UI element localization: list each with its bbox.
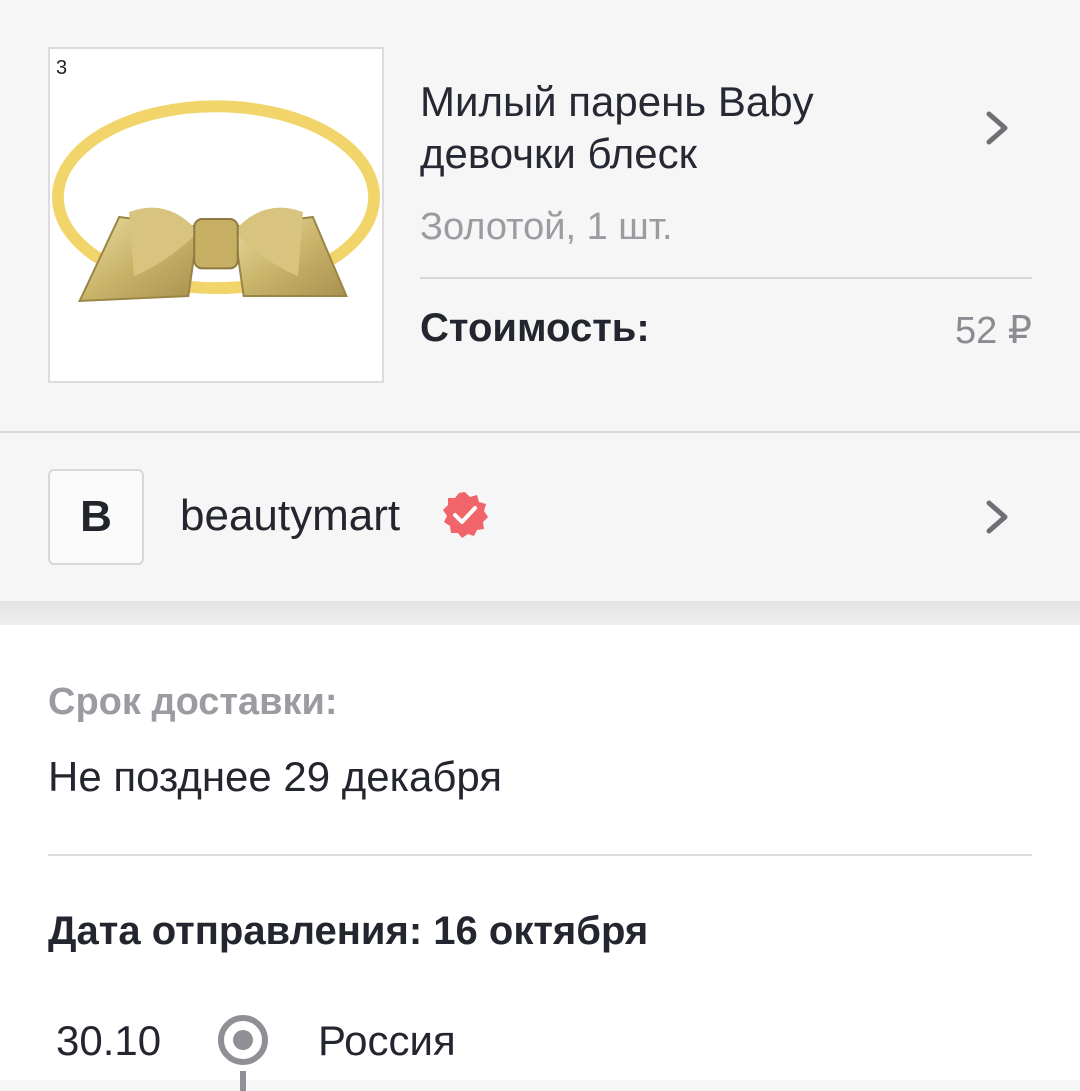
cost-label: Стоимость: [420, 306, 650, 350]
product-variant: Золотой, 1 шт. [420, 206, 673, 248]
cost-value: 52 ₽ [954, 310, 1032, 352]
seller-name: beautymart [180, 491, 401, 540]
product-image[interactable]: 3 [48, 47, 384, 383]
delivery-label: Срок доставки: [48, 681, 338, 723]
image-count: 3 [56, 57, 68, 79]
tracking-place: Россия [318, 1017, 456, 1064]
delivery-card: Срок доставки: Не позднее 29 декабря Дат… [0, 625, 1080, 1091]
verified-badge-icon [443, 492, 488, 538]
ship-date: Дата отправления: 16 октября [48, 909, 649, 953]
divider [420, 277, 1032, 279]
seller-avatar: B [48, 469, 144, 565]
product-title-line-1: Милый парень Baby [420, 78, 814, 125]
tracking-line [240, 1071, 246, 1091]
divider [48, 854, 1032, 856]
product-title[interactable]: Милый парень Baby девочки блеск [420, 76, 940, 180]
delivery-value: Не позднее 29 декабря [48, 753, 503, 800]
order-item-section: 3 Милый парень Baby девочки блеск Золото… [0, 0, 1080, 432]
tracking-date: 30.10 [56, 1017, 162, 1064]
chevron-right-icon[interactable] [982, 497, 1012, 537]
seller-row[interactable]: B beautymart [0, 433, 1080, 601]
gold-bow-headband-image [51, 100, 381, 303]
product-title-line-2: девочки блеск [420, 130, 697, 177]
section-gap [0, 601, 1080, 625]
chevron-right-icon[interactable] [982, 108, 1012, 148]
tracking-point-icon [218, 1015, 268, 1065]
